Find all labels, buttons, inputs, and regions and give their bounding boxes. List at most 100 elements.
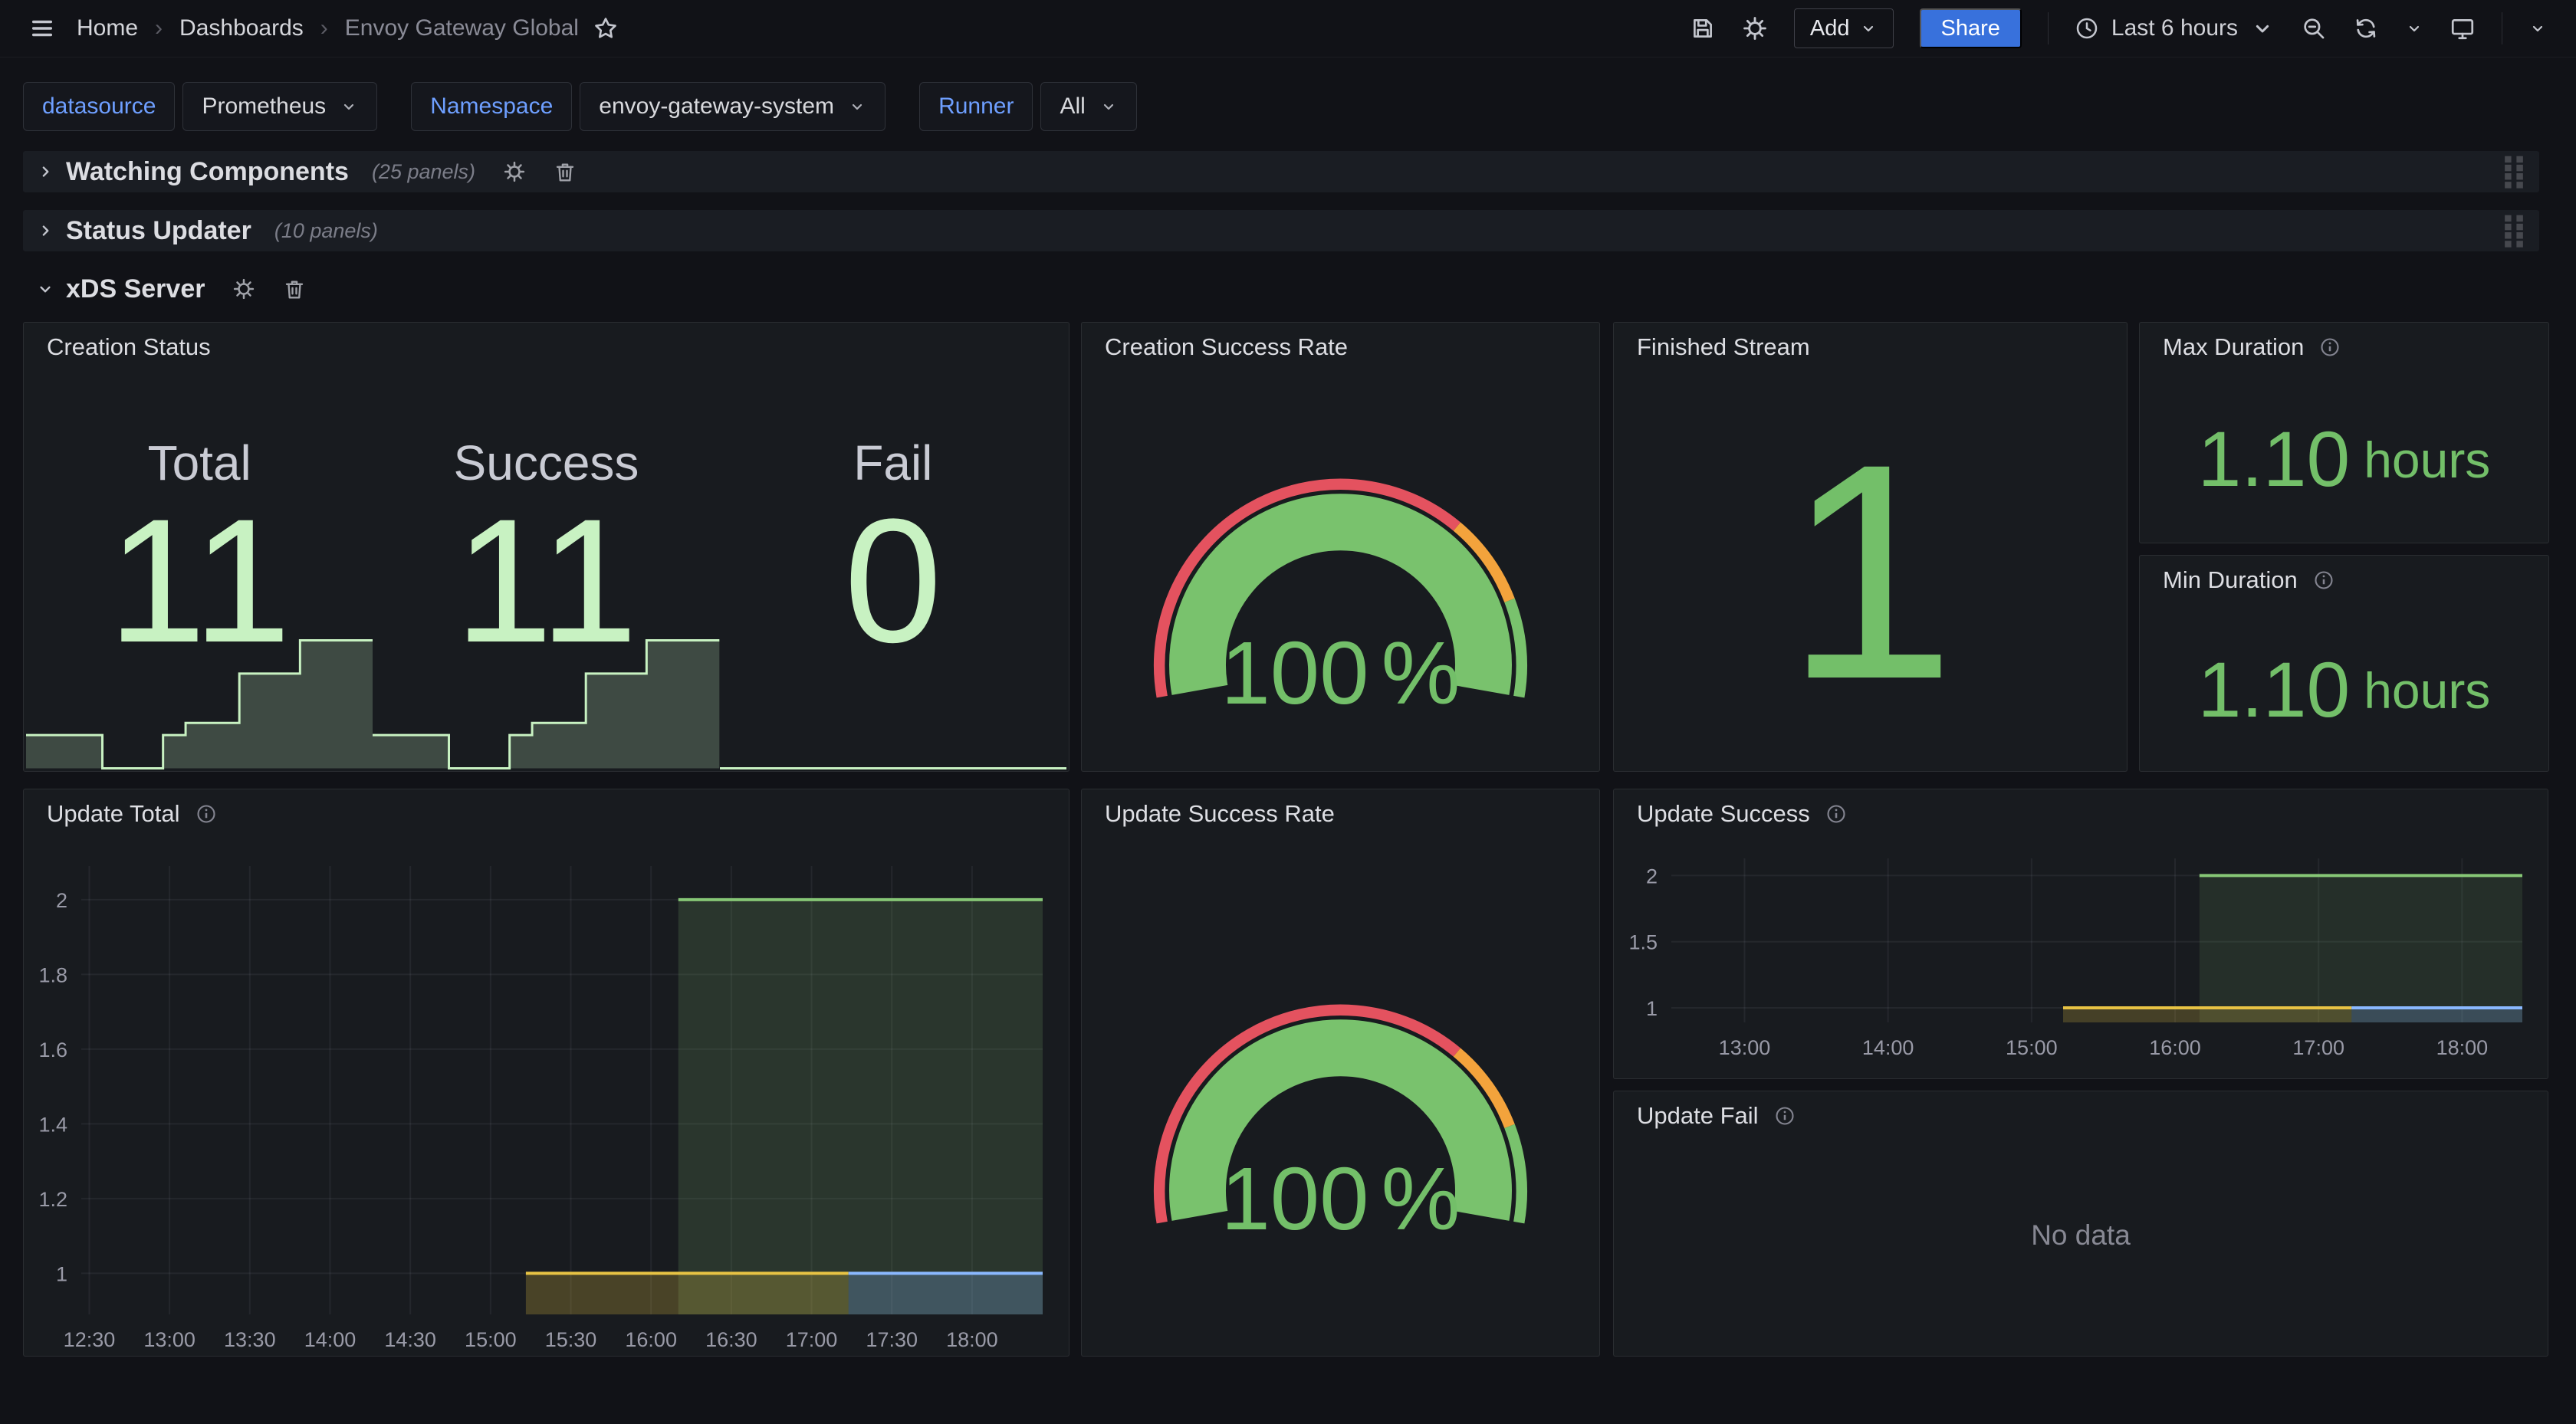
info-icon[interactable] [1825, 803, 1847, 825]
row-title: Status Updater [66, 216, 251, 246]
panel-update-success-rate: Update Success Rate 100% [1081, 789, 1600, 1357]
duration-number: 1.10 [2198, 415, 2351, 504]
panel-update-success: Update Success 13:0014:0015:0016:0017:00… [1613, 789, 2548, 1079]
row-xds-server[interactable]: xDS Server [23, 270, 318, 308]
svg-text:15:00: 15:00 [2006, 1036, 2058, 1059]
gauge-value-text: 100% [1221, 1149, 1460, 1248]
gauge-threshold-green [1510, 1126, 1522, 1222]
svg-text:1.5: 1.5 [1628, 931, 1658, 954]
variable-value-text: Prometheus [202, 94, 326, 120]
info-icon[interactable] [2319, 336, 2341, 358]
panel-title[interactable]: Min Duration [2163, 566, 2298, 594]
panel-update-fail: Update Fail No data [1613, 1091, 2548, 1357]
panel-update-total: Update Total 12:3013:0013:3014:0014:3015… [23, 789, 1070, 1357]
row-settings-gear-icon[interactable] [232, 277, 255, 300]
breadcrumb-home[interactable]: Home [77, 15, 138, 41]
gauge-value-text: 100% [1221, 623, 1460, 723]
panel-title[interactable]: Max Duration [2163, 333, 2304, 361]
svg-text:14:30: 14:30 [384, 1328, 436, 1351]
info-icon[interactable] [2313, 569, 2334, 591]
time-range-picker[interactable]: Last 6 hours [2075, 15, 2275, 41]
svg-text:1.2: 1.2 [38, 1188, 67, 1211]
svg-text:18:00: 18:00 [2436, 1036, 2489, 1059]
svg-text:1: 1 [56, 1262, 67, 1285]
breadcrumb: Home › Dashboards › Envoy Gateway Global [77, 15, 579, 41]
panel-title[interactable]: Update Success [1637, 800, 1810, 828]
breadcrumb-dashboards[interactable]: Dashboards [179, 15, 304, 41]
panel-creation-status: Creation Status Total 11 Success 11 Fail… [23, 322, 1070, 772]
panel-max-duration: Max Duration 1.10 hours [2139, 322, 2549, 543]
topbar-actions: Add Share Last 6 hours [1690, 8, 2547, 48]
row-status-updater[interactable]: Status Updater (10 panels) [23, 210, 2539, 251]
star-icon[interactable] [593, 15, 619, 41]
variable-datasource: datasource Prometheus [23, 82, 377, 130]
panel-title[interactable]: Finished Stream [1637, 333, 1810, 361]
panel-title[interactable]: Update Total [47, 800, 180, 828]
row-panel-count: (10 panels) [274, 219, 378, 243]
gauge[interactable]: 100% [1094, 838, 1587, 1347]
add-button-label: Add [1810, 16, 1850, 41]
chevron-right-icon [35, 162, 55, 182]
collapse-toolbar-chevron-icon[interactable] [2528, 19, 2547, 38]
breadcrumb-current-dashboard: Envoy Gateway Global [345, 15, 579, 41]
variable-label-runner: Runner [919, 82, 1033, 131]
panel-title[interactable]: Update Success Rate [1105, 800, 1335, 828]
variable-namespace: Namespace envoy-gateway-system [411, 82, 886, 130]
panel-title[interactable]: Update Fail [1637, 1102, 1759, 1130]
row-delete-trash-icon[interactable] [283, 277, 306, 300]
stat-fail: Fail 0 [720, 372, 1066, 769]
svg-text:14:00: 14:00 [1862, 1036, 1914, 1059]
svg-text:1: 1 [1646, 997, 1658, 1020]
time-range-label: Last 6 hours [2111, 15, 2238, 41]
gauge[interactable]: 100% [1094, 372, 1587, 762]
variable-value-text: All [1060, 94, 1085, 120]
chevron-down-icon [2250, 16, 2275, 41]
dashboard-settings-icon[interactable] [1742, 15, 1768, 41]
drag-handle-icon[interactable] [2501, 214, 2527, 248]
kiosk-mode-icon[interactable] [2450, 15, 2476, 41]
stat-success: Success 11 [373, 372, 719, 769]
refresh-interval-chevron-icon[interactable] [2405, 19, 2423, 38]
panel-creation-success-rate: Creation Success Rate 100% [1081, 322, 1600, 772]
no-data-message: No data [1614, 1114, 2548, 1356]
info-icon[interactable] [1774, 1105, 1796, 1127]
variable-value-runner[interactable]: All [1040, 82, 1136, 131]
chevron-down-icon [340, 97, 358, 116]
stat-sparkline [26, 635, 373, 769]
stat-row: Total 11 Success 11 Fail 0 [26, 372, 1066, 769]
svg-text:16:30: 16:30 [705, 1328, 757, 1351]
zoom-out-icon[interactable] [2301, 15, 2327, 41]
row-settings-gear-icon[interactable] [503, 160, 526, 183]
chevron-down-icon [1099, 97, 1118, 116]
refresh-icon[interactable] [2353, 15, 2379, 41]
menu-icon[interactable] [29, 15, 55, 41]
variable-label-datasource: datasource [23, 82, 175, 131]
row-delete-trash-icon[interactable] [554, 160, 577, 183]
share-button[interactable]: Share [1920, 8, 2022, 48]
time-series-chart[interactable]: 13:0014:0015:0016:0017:0018:0011.52 [1614, 828, 2548, 1078]
breadcrumb-separator-icon: › [320, 15, 328, 41]
panel-title[interactable]: Creation Success Rate [1105, 333, 1348, 361]
svg-text:17:30: 17:30 [866, 1328, 918, 1351]
svg-text:13:00: 13:00 [143, 1328, 196, 1351]
info-icon[interactable] [196, 803, 217, 825]
stat-sparkline [373, 635, 719, 769]
variable-value-namespace[interactable]: envoy-gateway-system [580, 82, 886, 131]
variable-value-datasource[interactable]: Prometheus [182, 82, 377, 131]
duration-unit: hours [2364, 661, 2490, 720]
svg-text:14:00: 14:00 [304, 1328, 356, 1351]
svg-text:18:00: 18:00 [946, 1328, 998, 1351]
svg-text:13:00: 13:00 [1719, 1036, 1771, 1059]
duration-number: 1.10 [2198, 645, 2351, 735]
row-watching-components[interactable]: Watching Components (25 panels) [23, 151, 2539, 192]
panel-title[interactable]: Creation Status [47, 333, 211, 361]
add-button[interactable]: Add [1794, 8, 1894, 48]
time-series-chart[interactable]: 12:3013:0013:3014:0014:3015:0015:3016:00… [24, 828, 1069, 1356]
variable-label-namespace: Namespace [411, 82, 572, 131]
svg-text:12:30: 12:30 [64, 1328, 116, 1351]
svg-text:15:30: 15:30 [545, 1328, 597, 1351]
save-icon[interactable] [1690, 15, 1716, 41]
share-button-label: Share [1941, 16, 2000, 41]
drag-handle-icon[interactable] [2501, 155, 2527, 189]
chevron-down-icon [35, 279, 55, 299]
